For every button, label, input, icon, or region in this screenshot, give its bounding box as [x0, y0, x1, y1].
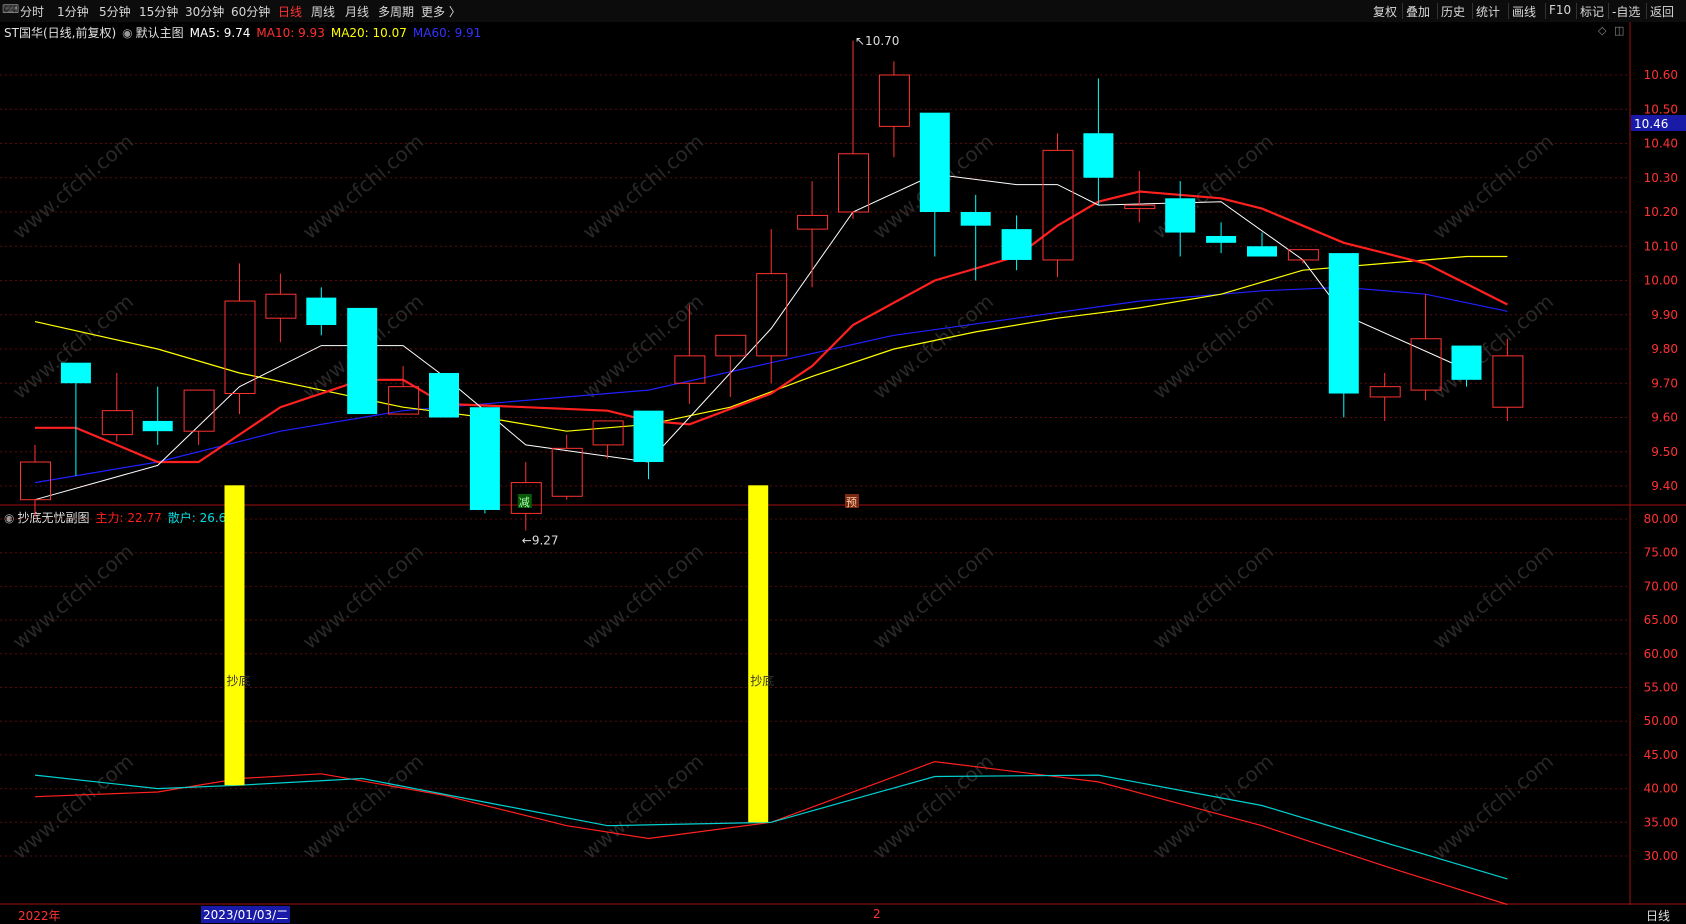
price-tick-label: 10.30 — [1644, 171, 1678, 185]
candle-up — [1287, 249, 1319, 261]
watermark-text: www.cfchi.com — [298, 749, 428, 864]
candle-up — [1369, 386, 1401, 398]
month-label: 2 — [873, 907, 881, 921]
ma5-line — [34, 173, 1467, 501]
watermark-text: www.cfchi.com — [298, 539, 428, 654]
candle-up — [1042, 149, 1074, 261]
price-tick-label: 9.50 — [1651, 445, 1678, 459]
watermark-text: www.cfchi.com — [1148, 539, 1278, 654]
candle-down — [1165, 198, 1196, 233]
current-price-label: 10.46 — [1634, 117, 1668, 131]
cursor-date: 2023/01/03/二 — [201, 906, 291, 923]
price-tick-label: 9.90 — [1651, 308, 1678, 322]
watermark-text: www.cfchi.com — [578, 289, 708, 404]
candle-down — [1451, 345, 1482, 380]
watermark-text: www.cfchi.com — [1428, 129, 1558, 244]
candle-down — [306, 297, 337, 326]
watermark-text: www.cfchi.com — [8, 289, 138, 404]
price-tick-label: 10.50 — [1644, 102, 1678, 116]
candle-up — [1124, 204, 1156, 210]
price-tick-label: 10.10 — [1644, 239, 1678, 253]
date-axis-bar: 2022年 2023/01/03/二 2 日线 — [0, 905, 1686, 924]
watermark-text: www.cfchi.com — [868, 539, 998, 654]
signal-bar — [748, 485, 769, 823]
candle-down — [347, 307, 378, 415]
price-tick-label: 9.80 — [1651, 342, 1678, 356]
low-price-label: ←9.27 — [522, 534, 559, 548]
high-price-label: ↖10.70 — [855, 34, 899, 48]
watermark-text: www.cfchi.com — [8, 539, 138, 654]
watermark-text: www.cfchi.com — [578, 129, 708, 244]
candle-down — [60, 362, 91, 384]
signal-bar — [224, 485, 245, 786]
ma60-line — [34, 286, 1508, 484]
watermark-text: www.cfchi.com — [1148, 289, 1278, 404]
candle-up — [551, 447, 583, 497]
candle-up — [797, 214, 829, 230]
retail-line — [34, 774, 1508, 880]
sub-tick-label: 75.00 — [1644, 546, 1678, 560]
candle-down — [960, 212, 991, 226]
candle-up — [715, 334, 747, 357]
candle-up — [101, 410, 133, 436]
candle-down — [633, 410, 664, 463]
ma20-line — [34, 255, 1508, 432]
candle-up — [592, 420, 624, 446]
period-tab-daily[interactable]: 日线 — [1646, 907, 1670, 924]
marker-yu: 预 — [846, 496, 857, 509]
signal-label: 抄底 — [750, 673, 774, 688]
watermark-text: www.cfchi.com — [298, 129, 428, 244]
sub-tick-label: 60.00 — [1644, 647, 1678, 661]
sub-tick-label: 55.00 — [1644, 681, 1678, 695]
marker-jian: 减 — [519, 496, 530, 509]
kline-chart[interactable]: 10.60 10.50 10.40 10.30 10.20 10.10 10.00 9.90 9… — [0, 0, 1686, 924]
sub-tick-label: 80.00 — [1644, 512, 1678, 526]
watermark-text: www.cfchi.com — [578, 539, 708, 654]
candle-down — [1247, 246, 1277, 257]
watermark-text: www.cfchi.com — [578, 749, 708, 864]
price-tick-label: 9.60 — [1651, 411, 1678, 425]
candle-down — [919, 112, 950, 212]
candle-down — [142, 420, 173, 432]
watermark-text: www.cfchi.com — [868, 749, 998, 864]
candle-down — [1206, 235, 1237, 243]
main-force-line — [34, 760, 1508, 906]
watermark-text: www.cfchi.com — [8, 749, 138, 864]
price-tick-label: 10.20 — [1644, 205, 1678, 219]
sub-tick-label: 30.00 — [1644, 849, 1678, 863]
watermark-text: www.cfchi.com — [1428, 539, 1558, 654]
price-tick-label: 9.70 — [1651, 376, 1678, 390]
candle-down — [469, 407, 500, 510]
watermark-text: www.cfchi.com — [1148, 749, 1278, 864]
sub-tick-label: 50.00 — [1644, 714, 1678, 728]
candle-up — [838, 153, 869, 213]
candle-up — [1492, 355, 1524, 408]
year-label: 2022年 — [18, 909, 61, 923]
price-tick-label: 9.40 — [1651, 479, 1678, 493]
candle-down — [1001, 229, 1032, 260]
watermark-text: www.cfchi.com — [1428, 749, 1558, 864]
sub-tick-label: 45.00 — [1644, 748, 1678, 762]
price-tick-label: 10.00 — [1644, 274, 1678, 288]
candle-down — [1083, 133, 1114, 178]
candle-up — [674, 355, 706, 384]
candle-up — [878, 74, 910, 127]
candle-down — [429, 372, 459, 418]
signal-label: 抄底 — [227, 673, 251, 688]
sub-tick-label: 70.00 — [1644, 579, 1678, 593]
price-tick-label: 10.40 — [1644, 137, 1678, 151]
price-tick-label: 10.60 — [1644, 68, 1678, 82]
candle-down — [1328, 253, 1359, 394]
sub-tick-label: 65.00 — [1644, 613, 1678, 627]
watermark-text: www.cfchi.com — [8, 129, 138, 244]
sub-tick-label: 40.00 — [1644, 782, 1678, 796]
sub-tick-label: 35.00 — [1644, 815, 1678, 829]
